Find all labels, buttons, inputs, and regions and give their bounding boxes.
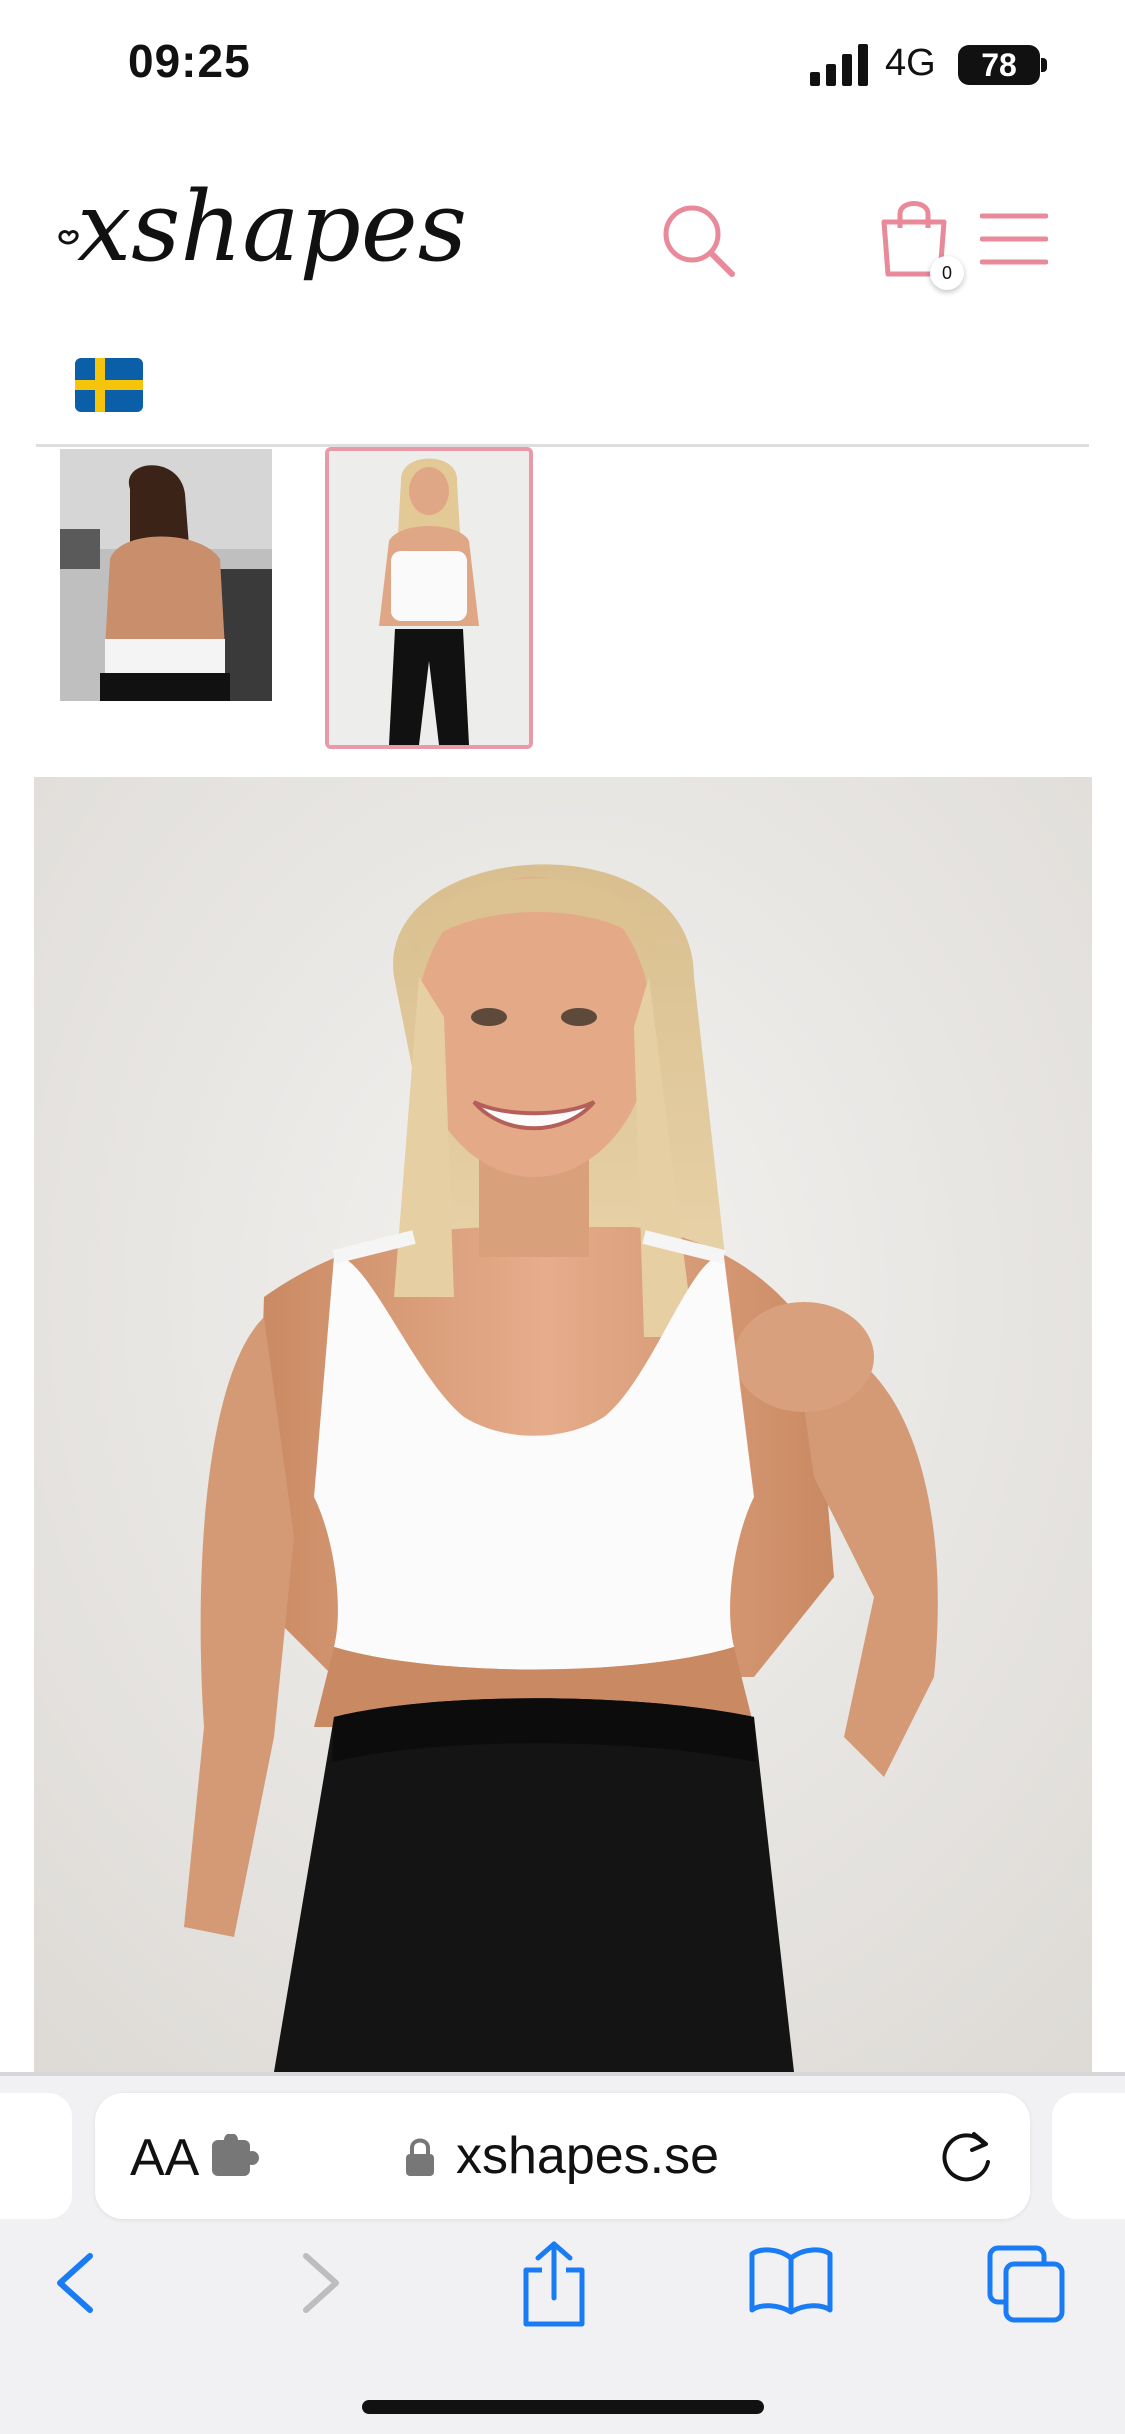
search-icon[interactable] [658,200,738,280]
product-thumbnail-back-view[interactable] [60,449,272,701]
product-thumbnail-front-view[interactable] [325,447,533,749]
previous-tab-preview[interactable] [0,2093,72,2219]
cellular-signal-icon [810,44,868,86]
share-icon[interactable] [518,2240,590,2328]
battery-icon: 78 [958,45,1040,85]
hamburger-menu-icon[interactable] [980,212,1048,266]
lock-icon [406,2138,434,2176]
battery-level: 78 [981,46,1017,83]
product-main-image[interactable] [34,777,1092,2072]
text-size-button[interactable]: AA [130,2128,199,2188]
next-tab-preview[interactable] [1052,2093,1125,2219]
home-indicator[interactable] [362,2400,764,2414]
logo-text: xshapes [77,171,465,283]
status-time: 09:25 [128,35,251,87]
url-text[interactable]: xshapes.se [456,2126,719,2186]
extension-puzzle-icon[interactable] [210,2134,262,2178]
reload-icon[interactable] [938,2128,996,2186]
battery-cap [1041,58,1047,72]
text-size-label: AA [130,2129,200,2187]
thumbnail-back-view-image [60,449,272,701]
sweden-flag-icon[interactable] [75,358,143,412]
header-divider [36,444,1089,447]
network-type: 4G [885,42,936,84]
thumbnail-front-view-image [329,451,529,745]
back-arrow-icon[interactable] [52,2250,98,2316]
cart-count-badge: 0 [930,256,964,290]
model-photo [34,777,1092,2072]
tabs-overview-icon[interactable] [986,2244,1066,2324]
toolbar-divider [0,2072,1125,2076]
forward-arrow-icon[interactable] [298,2250,344,2316]
bookmarks-icon[interactable] [748,2246,834,2316]
xshapes-logo[interactable]: xshapes [55,168,465,298]
